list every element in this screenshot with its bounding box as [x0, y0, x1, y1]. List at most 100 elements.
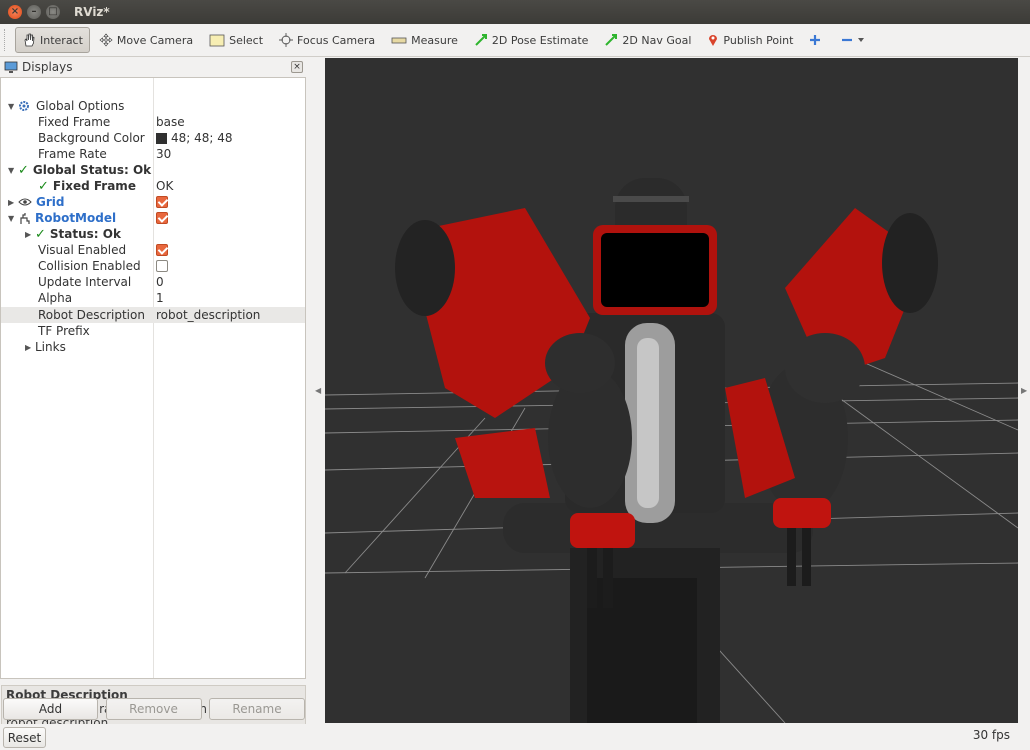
expand-arrow-icon[interactable]: ▼ [8, 102, 18, 111]
expand-arrow-icon[interactable]: ▼ [8, 214, 18, 223]
publish-point-tool-button[interactable]: Publish Point [700, 27, 800, 53]
tree-row-visual-enabled[interactable]: Visual Enabled [1, 242, 305, 258]
tree-row-frame-rate[interactable]: Frame Rate 30 [1, 146, 305, 162]
collapse-arrow-icon[interactable]: ▶ [25, 343, 35, 352]
tree-row-collision-enabled[interactable]: Collision Enabled [1, 258, 305, 274]
robot-description-value[interactable]: robot_description [156, 308, 260, 322]
remove-button[interactable]: Remove [105, 698, 202, 720]
global-options-label: Global Options [36, 99, 125, 113]
move-camera-tool-button[interactable]: Move Camera [92, 27, 200, 53]
select-box-icon [209, 34, 225, 46]
update-interval-value[interactable]: 0 [156, 275, 164, 289]
expand-arrow-icon[interactable]: ▼ [8, 166, 18, 175]
select-label: Select [229, 33, 264, 47]
fps-readout: 30 fps [972, 728, 1010, 742]
measure-label: Measure [411, 33, 458, 47]
gear-icon [19, 101, 29, 111]
nav-goal-label: 2D Nav Goal [622, 33, 692, 47]
tree-row-global-options[interactable]: ▼ Global Options [1, 98, 305, 114]
tree-row-global-status[interactable]: ▼ ✓ Global Status: Ok [1, 162, 305, 178]
focus-target-icon [279, 33, 294, 47]
render-viewport[interactable] [325, 58, 1018, 723]
background-color-value: 48; 48; 48 [171, 131, 233, 145]
window-title: RViz* [74, 5, 110, 19]
tree-row-update-interval[interactable]: Update Interval 0 [1, 274, 305, 290]
close-panel-button[interactable]: × [291, 61, 303, 73]
ruler-icon [391, 37, 407, 44]
status-bar: Reset 30 fps [0, 724, 1030, 750]
focus-camera-label: Focus Camera [297, 33, 376, 47]
interact-label: Interact [40, 33, 83, 47]
pose-estimate-tool-button[interactable]: 2D Pose Estimate [467, 27, 596, 53]
rename-button[interactable]: Rename [209, 698, 305, 720]
measure-tool-button[interactable]: Measure [384, 27, 465, 53]
reset-button[interactable]: Reset [3, 727, 46, 748]
frame-rate-label: Frame Rate [38, 147, 107, 161]
tools-toolbar: Interact Move Camera Select Focus Camera… [0, 24, 1030, 57]
tree-row-fixed-frame[interactable]: Fixed Frame base [1, 114, 305, 130]
focus-camera-tool-button[interactable]: Focus Camera [272, 27, 382, 53]
status-ok-label: Status: Ok [49, 227, 121, 241]
add-button[interactable]: Add [3, 698, 98, 720]
move-camera-label: Move Camera [116, 33, 194, 47]
links-label: Links [35, 340, 66, 354]
frame-rate-value[interactable]: 30 [156, 147, 171, 161]
checkmark-icon: ✓ [35, 226, 46, 242]
green-arrow-icon [475, 34, 487, 46]
tree-row-robot-model[interactable]: ▼ RobotModel [1, 210, 305, 226]
robot-icon [20, 212, 30, 224]
robot-model-label: RobotModel [35, 211, 117, 225]
status-fixed-frame-value: OK [156, 179, 174, 193]
tree-row-status-fixed-frame[interactable]: ✓ Fixed Frame OK [1, 178, 305, 194]
tree-row-links[interactable]: ▶ Links [1, 339, 305, 355]
robot-description-label: Robot Description [38, 308, 145, 322]
minimize-window-button[interactable]: – [27, 5, 41, 19]
maximize-window-button[interactable]: □ [46, 5, 60, 19]
displays-panel: Displays × ▼ Global Options Fixed Frame … [0, 58, 307, 750]
checkmark-icon: ✓ [38, 178, 49, 194]
background-color-label: Background Color [38, 131, 145, 145]
scene-svg [325, 178, 1018, 723]
title-bar: × – □ RViz* [0, 0, 1030, 24]
minus-icon [842, 38, 853, 42]
displays-tree: ▼ Global Options Fixed Frame base Backgr… [0, 77, 306, 679]
alpha-value[interactable]: 1 [156, 291, 164, 305]
global-status-label: Global Status: Ok [32, 163, 152, 177]
monitor-icon [4, 61, 18, 73]
close-window-button[interactable]: × [8, 5, 22, 19]
visual-enabled-label: Visual Enabled [38, 243, 127, 257]
fixed-frame-label: Fixed Frame [38, 115, 111, 129]
nav-goal-tool-button[interactable]: 2D Nav Goal [597, 27, 698, 53]
visual-enabled-checkbox[interactable] [156, 244, 168, 256]
tree-row-status-ok[interactable]: ▶ ✓ Status: Ok [1, 226, 305, 242]
tree-row-alpha[interactable]: Alpha 1 [1, 290, 305, 306]
collision-enabled-label: Collision Enabled [38, 259, 141, 273]
checkmark-icon: ✓ [18, 162, 29, 178]
move-arrows-icon [99, 33, 113, 47]
publish-point-label: Publish Point [723, 33, 794, 47]
fixed-frame-value[interactable]: base [156, 115, 185, 129]
background-color-field[interactable]: 48; 48; 48 [156, 131, 233, 145]
collision-enabled-checkbox[interactable] [156, 260, 168, 272]
hand-icon [24, 33, 35, 47]
color-swatch [156, 132, 167, 144]
grid-checkbox[interactable] [156, 196, 168, 208]
remove-tool-menu-button[interactable] [834, 27, 876, 53]
add-tool-button[interactable] [802, 27, 832, 53]
toolbar-grip[interactable] [4, 29, 7, 51]
tree-row-tf-prefix[interactable]: TF Prefix [1, 323, 305, 339]
splitter-right-arrow-icon[interactable]: ▶ [1021, 386, 1027, 395]
select-tool-button[interactable]: Select [202, 27, 270, 53]
collapse-arrow-icon[interactable]: ▶ [25, 230, 35, 239]
alpha-label: Alpha [38, 291, 73, 305]
plus-icon [810, 35, 821, 45]
robot-model-checkbox[interactable] [156, 212, 168, 224]
tree-row-background-color[interactable]: Background Color 48; 48; 48 [1, 130, 305, 146]
tree-row-robot-description[interactable]: Robot Description robot_description [1, 307, 305, 323]
eye-icon [18, 198, 32, 206]
splitter-left-arrow-icon[interactable]: ◀ [315, 386, 321, 395]
tree-row-grid[interactable]: ▶ Grid [1, 194, 305, 210]
interact-tool-button[interactable]: Interact [15, 27, 90, 53]
collapse-arrow-icon[interactable]: ▶ [8, 198, 18, 207]
grid-label: Grid [36, 195, 65, 209]
